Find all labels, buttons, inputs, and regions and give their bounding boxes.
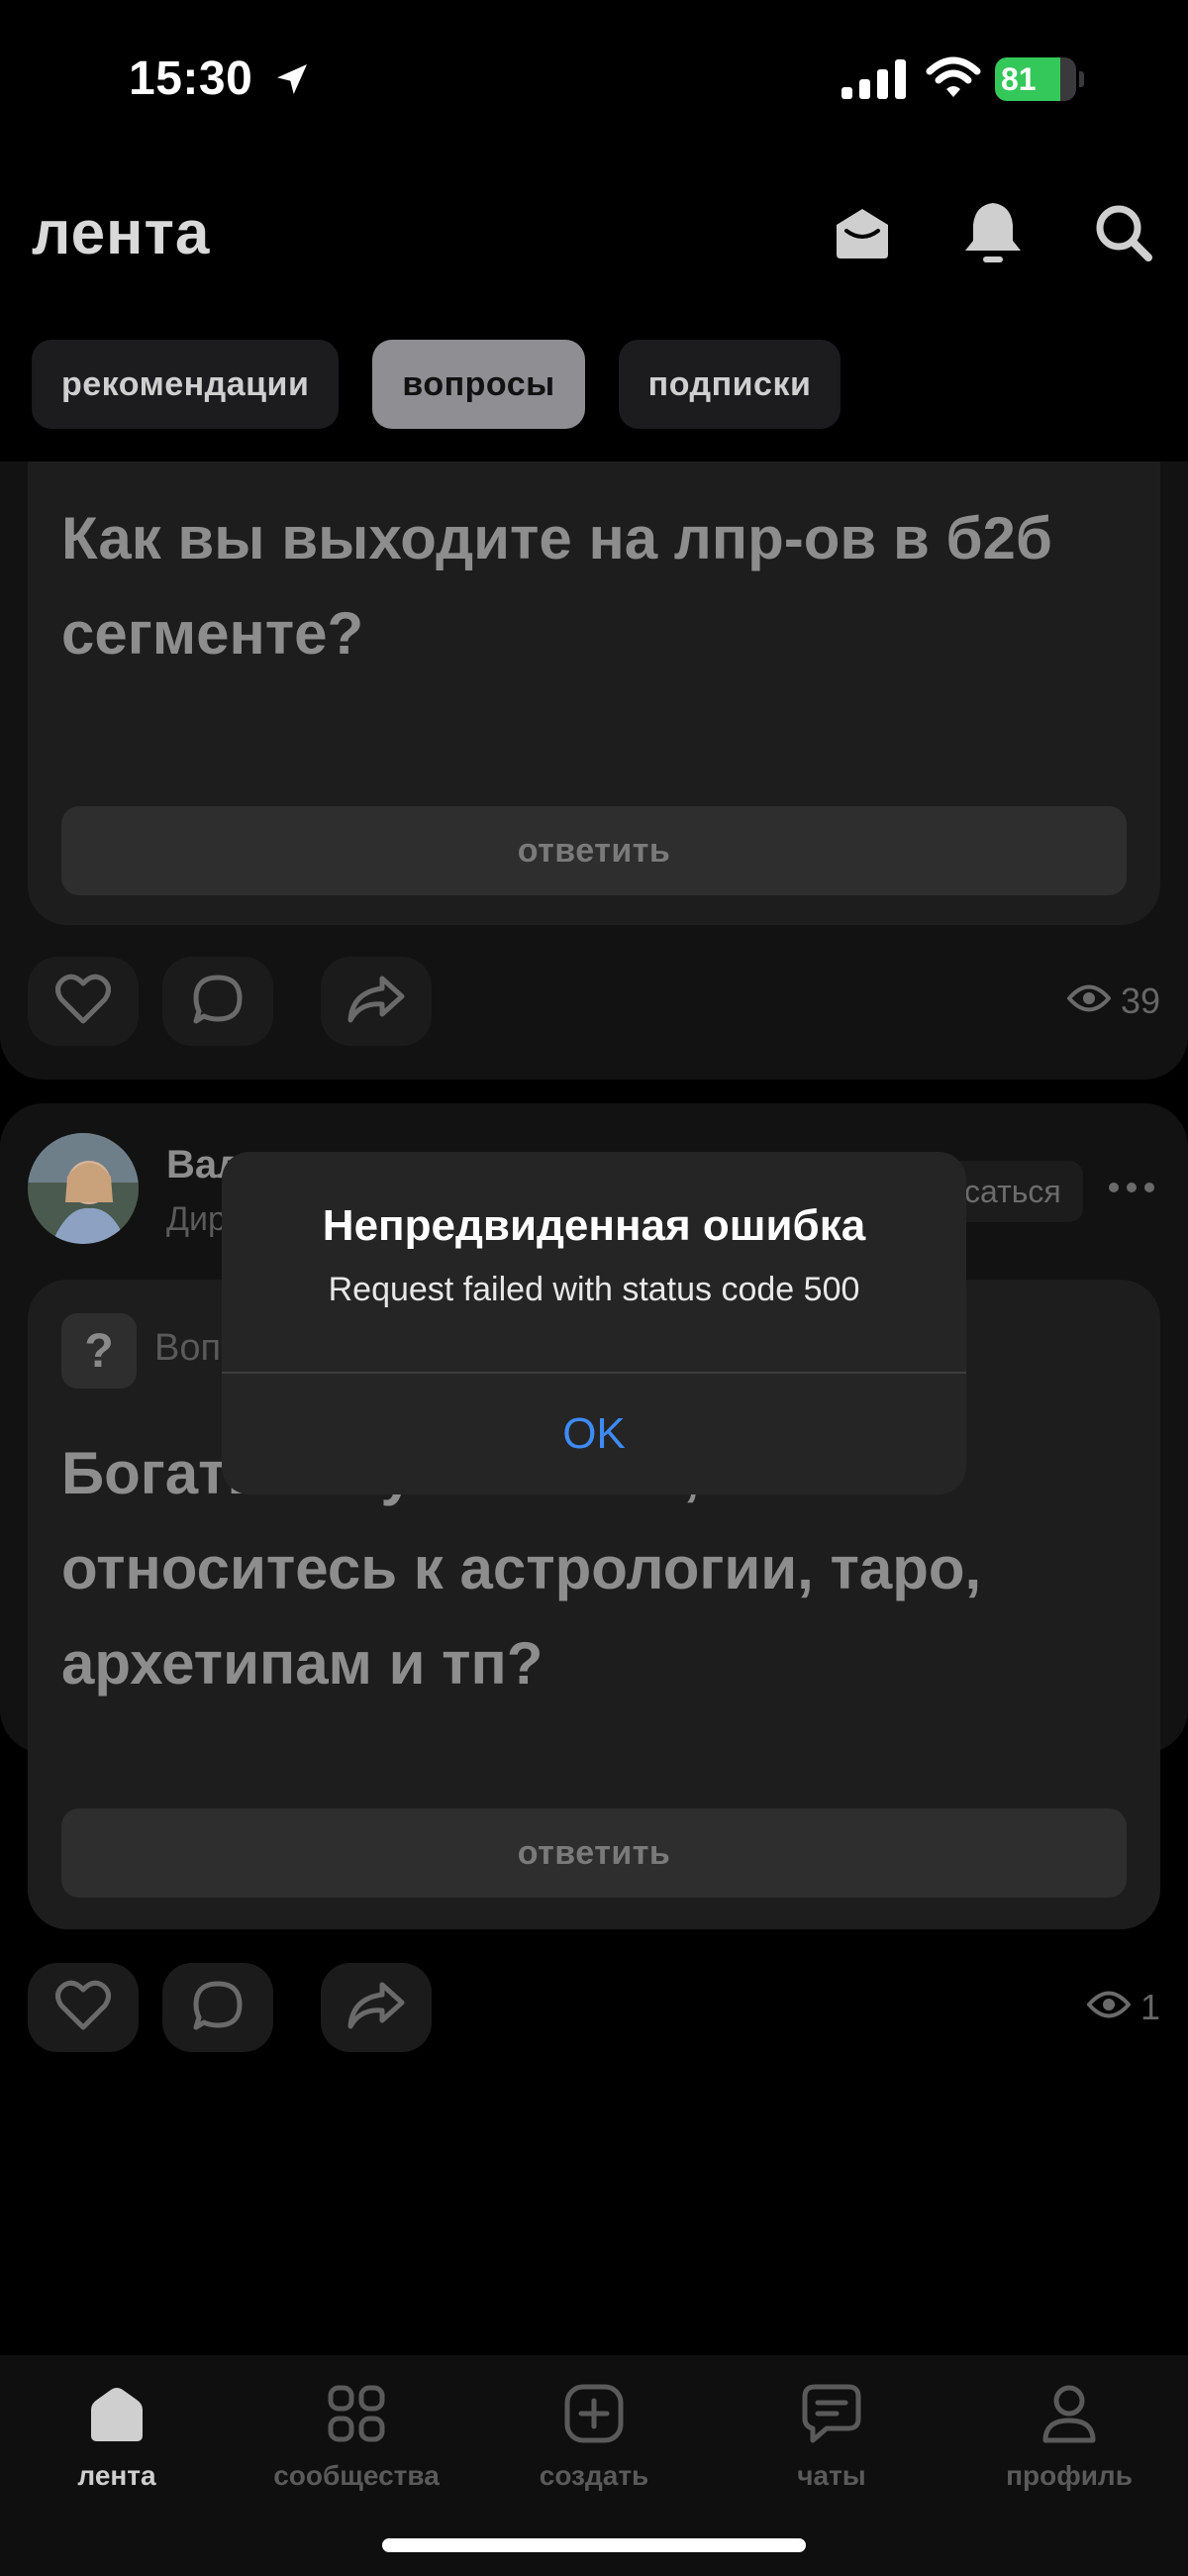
post-card: Как вы выходите на лпр-ов в б2б сегменте…	[0, 462, 1188, 1080]
feed-tabs: рекомендации вопросы подписки	[32, 340, 842, 429]
question-block: Как вы выходите на лпр-ов в б2б сегменте…	[28, 462, 1160, 925]
eye-icon	[1066, 980, 1112, 1022]
share-icon	[346, 975, 406, 1029]
error-alert: Непредвиденная ошибка Request failed wit…	[222, 1152, 966, 1494]
comment-icon	[190, 1978, 246, 2038]
views-count: 39	[1120, 980, 1160, 1021]
tabbar-item-chats[interactable]: чаты	[723, 2379, 940, 2518]
tabbar-item-create[interactable]: создать	[485, 2379, 703, 2518]
battery-icon: 81	[995, 57, 1084, 101]
share-icon	[346, 1981, 406, 2035]
grid-icon	[322, 2379, 391, 2448]
location-arrow-icon	[272, 59, 312, 104]
more-options-icon[interactable]	[1109, 1173, 1168, 1202]
wifi-icon	[926, 55, 981, 104]
question-text[interactable]: Как вы выходите на лпр-ов в б2б сегменте…	[61, 491, 1131, 681]
share-button[interactable]	[321, 957, 432, 1046]
app-header: лента	[0, 149, 1188, 297]
tabbar-label: чаты	[797, 2460, 866, 2491]
alert-message: Request failed with status code 500	[328, 1271, 860, 1308]
question-label: Воп	[154, 1327, 222, 1369]
answer-button[interactable]: ответить	[61, 1808, 1127, 1898]
tab-recommendations[interactable]: рекомендации	[32, 340, 340, 429]
like-button[interactable]	[28, 1963, 139, 2052]
comment-icon	[190, 972, 246, 1032]
tabbar-item-profile[interactable]: профиль	[960, 2379, 1178, 2518]
tabbar-label: сообщества	[273, 2460, 440, 2491]
views-counter: 39	[1066, 980, 1160, 1022]
tab-subscriptions[interactable]: подписки	[618, 340, 842, 429]
tabbar-label: создать	[539, 2460, 649, 2491]
home-indicator[interactable]	[382, 2538, 806, 2552]
alert-title: Непредвиденная ошибка	[322, 1201, 866, 1250]
bell-icon[interactable]	[958, 198, 1028, 267]
eye-icon	[1086, 1987, 1132, 2028]
views-counter: 1	[1086, 1987, 1160, 2028]
answer-button[interactable]: ответить	[61, 806, 1127, 895]
heart-icon	[55, 1980, 111, 2036]
app-logo: лента	[32, 199, 211, 267]
tabbar-label: профиль	[1006, 2460, 1133, 2491]
cellular-signal-icon	[842, 59, 909, 104]
tab-questions[interactable]: вопросы	[372, 340, 585, 429]
author-subtitle: Дир	[166, 1200, 227, 1238]
status-bar: 15:30 81	[0, 0, 1188, 149]
heart-icon	[55, 974, 111, 1030]
status-time: 15:30	[129, 52, 253, 105]
home-icon	[82, 2379, 151, 2448]
tabbar-label: лента	[77, 2460, 156, 2491]
alert-ok-button[interactable]: OK	[222, 1374, 966, 1494]
tabbar-item-feed[interactable]: лента	[8, 2379, 226, 2518]
plus-square-icon	[559, 2379, 629, 2448]
comment-button[interactable]	[162, 1963, 273, 2052]
question-icon: ?	[61, 1313, 137, 1389]
avatar[interactable]	[28, 1133, 139, 1244]
share-button[interactable]	[321, 1963, 432, 2052]
battery-percent: 81	[1001, 61, 1037, 97]
chat-icon	[797, 2379, 866, 2448]
inbox-icon[interactable]	[828, 198, 897, 267]
views-count: 1	[1139, 1987, 1160, 2027]
profile-icon	[1035, 2379, 1104, 2448]
comment-button[interactable]	[162, 957, 273, 1046]
search-icon[interactable]	[1089, 198, 1158, 267]
tabbar-item-communities[interactable]: сообщества	[248, 2379, 465, 2518]
like-button[interactable]	[28, 957, 139, 1046]
